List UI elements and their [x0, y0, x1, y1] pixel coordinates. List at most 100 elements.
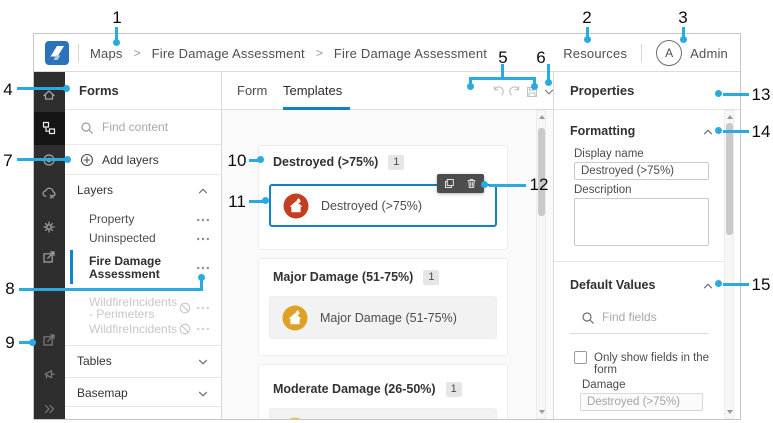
- collapse-default-values-chevron-icon[interactable]: [700, 278, 713, 291]
- search-underline: [570, 333, 708, 334]
- geofences-icon[interactable]: [41, 152, 57, 168]
- scrollbar-thumb[interactable]: [538, 128, 545, 216]
- layer-options-ellipsis-icon[interactable]: [195, 300, 210, 315]
- nav-rail: [34, 72, 65, 419]
- callout-number: 8: [5, 279, 15, 298]
- layer-item-uninspected[interactable]: Uninspected: [89, 232, 187, 244]
- scroll-down-arrow[interactable]: [727, 410, 733, 414]
- layer-item-wildfire-perimeters[interactable]: WildfireIncidents - Perimeters: [89, 296, 177, 320]
- duplicate-icon[interactable]: [443, 177, 456, 190]
- plus-circle-icon: [80, 153, 94, 167]
- callout-number: 1: [112, 8, 122, 27]
- major-damage-symbol-icon: [282, 305, 308, 331]
- resources-link[interactable]: Resources: [563, 46, 627, 61]
- callout-number: 13: [751, 85, 771, 104]
- app-logo: [45, 41, 69, 65]
- selected-layer-indicator: [70, 250, 73, 284]
- tab-form[interactable]: Form: [237, 83, 267, 98]
- find-fields-search: [580, 308, 702, 326]
- formatting-heading: Formatting: [570, 124, 636, 138]
- breadcrumb-separator-icon: >: [315, 46, 323, 60]
- home-icon[interactable]: [41, 87, 57, 103]
- template-card-moderate[interactable]: Moderate Damage (26-50%): [269, 408, 497, 419]
- damage-field-input[interactable]: [580, 393, 703, 411]
- sharing-icon[interactable]: [41, 249, 57, 265]
- section-divider: [554, 261, 724, 262]
- properties-title: Properties: [554, 72, 740, 110]
- chevron-down-icon[interactable]: [195, 386, 209, 400]
- damage-field-label: Damage: [582, 379, 626, 391]
- scroll-up-arrow[interactable]: [539, 115, 545, 119]
- offline-icon[interactable]: [41, 185, 57, 201]
- templates-scrollbar: [536, 110, 546, 419]
- callout-number: 15: [751, 275, 771, 294]
- display-name-label: Display name: [574, 148, 644, 160]
- settings-gear-icon[interactable]: [41, 219, 57, 235]
- collapse-formatting-chevron-icon[interactable]: [700, 124, 713, 137]
- group-count-badge: 1: [388, 154, 405, 170]
- template-card-label: Major Damage (51-75%): [320, 310, 457, 325]
- editor-panel: Form Templates Destroyed (>75%) 1 Destro…: [222, 72, 553, 419]
- layer-item-fire-damage-assessment[interactable]: Fire Damage Assessment: [89, 255, 173, 280]
- layers-section-label: Layers: [77, 183, 114, 197]
- breadcrumb-map-name[interactable]: Fire Damage Assessment: [152, 46, 305, 61]
- only-show-fields-checkbox[interactable]: [574, 351, 587, 364]
- description-label: Description: [574, 184, 632, 196]
- collapse-rail-icon[interactable]: [41, 401, 57, 417]
- scroll-down-arrow[interactable]: [539, 410, 545, 414]
- find-content-input[interactable]: [102, 120, 202, 134]
- template-card-major[interactable]: Major Damage (51-75%): [269, 296, 497, 339]
- search-icon: [582, 312, 594, 324]
- app-header: Maps > Fire Damage Assessment > Fire Dam…: [34, 34, 740, 72]
- scrollbar-thumb[interactable]: [726, 123, 733, 235]
- group-label: Destroyed (>75%): [273, 155, 379, 169]
- destroyed-symbol-icon: [283, 193, 309, 219]
- tables-section-header[interactable]: Tables: [65, 346, 221, 376]
- screenshot-canvas: Maps > Fire Damage Assessment > Fire Dam…: [0, 0, 773, 423]
- layer-item-wildfire-incidents[interactable]: WildfireIncidents: [89, 323, 187, 335]
- display-name-input[interactable]: [574, 162, 709, 180]
- save-options-chevron-icon[interactable]: [541, 84, 553, 99]
- template-card-label: Destroyed (>75%): [321, 198, 423, 213]
- add-layers-button[interactable]: Add layers: [65, 145, 221, 175]
- template-group-destroyed: Destroyed (>75%) 1 Destroyed (>75%): [258, 145, 508, 250]
- callout-number: 14: [751, 122, 771, 141]
- layer-options-ellipsis-icon[interactable]: [195, 260, 210, 275]
- feedback-megaphone-icon[interactable]: [41, 366, 57, 382]
- save-icon[interactable]: [524, 84, 539, 99]
- template-group-moderate: Moderate Damage (26-50%) 1 Moderate Dama…: [258, 364, 508, 419]
- callout-number: 2: [582, 8, 592, 27]
- callout-number: 3: [678, 8, 688, 27]
- basemap-section-label: Basemap: [77, 386, 128, 400]
- scroll-up-arrow[interactable]: [727, 115, 733, 119]
- find-fields-input[interactable]: [602, 310, 702, 324]
- only-show-fields-label: Only show fields in the form: [594, 352, 710, 376]
- description-textarea[interactable]: [574, 198, 709, 246]
- trash-icon[interactable]: [465, 177, 478, 190]
- find-content-search: [65, 110, 221, 145]
- layer-item-property[interactable]: Property: [89, 213, 187, 225]
- open-map-viewer-icon[interactable]: [41, 332, 57, 348]
- basemap-section-header[interactable]: Basemap: [65, 378, 221, 408]
- tab-templates[interactable]: Templates: [283, 83, 342, 98]
- callout-number: 9: [5, 333, 15, 352]
- template-group-major: Major Damage (51-75%) 1 Major Damage (51…: [258, 258, 508, 356]
- redo-icon[interactable]: [507, 84, 522, 99]
- header-divider: [641, 44, 643, 62]
- forms-icon[interactable]: [41, 120, 57, 136]
- undo-icon[interactable]: [490, 84, 505, 99]
- tables-section-label: Tables: [77, 354, 112, 368]
- chevron-down-icon[interactable]: [195, 354, 209, 368]
- chevron-up-icon[interactable]: [195, 183, 209, 197]
- default-values-heading: Default Values: [570, 278, 656, 292]
- user-menu[interactable]: Admin: [690, 46, 728, 61]
- layer-options-ellipsis-icon[interactable]: [195, 231, 210, 246]
- editor-tab-bar: Form Templates: [222, 72, 553, 110]
- group-count-badge: 1: [445, 381, 462, 397]
- layer-options-ellipsis-icon[interactable]: [195, 321, 210, 336]
- layer-options-ellipsis-icon[interactable]: [195, 212, 210, 227]
- layers-section-header[interactable]: Layers: [65, 175, 221, 205]
- breadcrumb-maps[interactable]: Maps: [90, 46, 123, 61]
- not-supported-icon: [179, 302, 191, 314]
- avatar[interactable]: A: [656, 40, 683, 66]
